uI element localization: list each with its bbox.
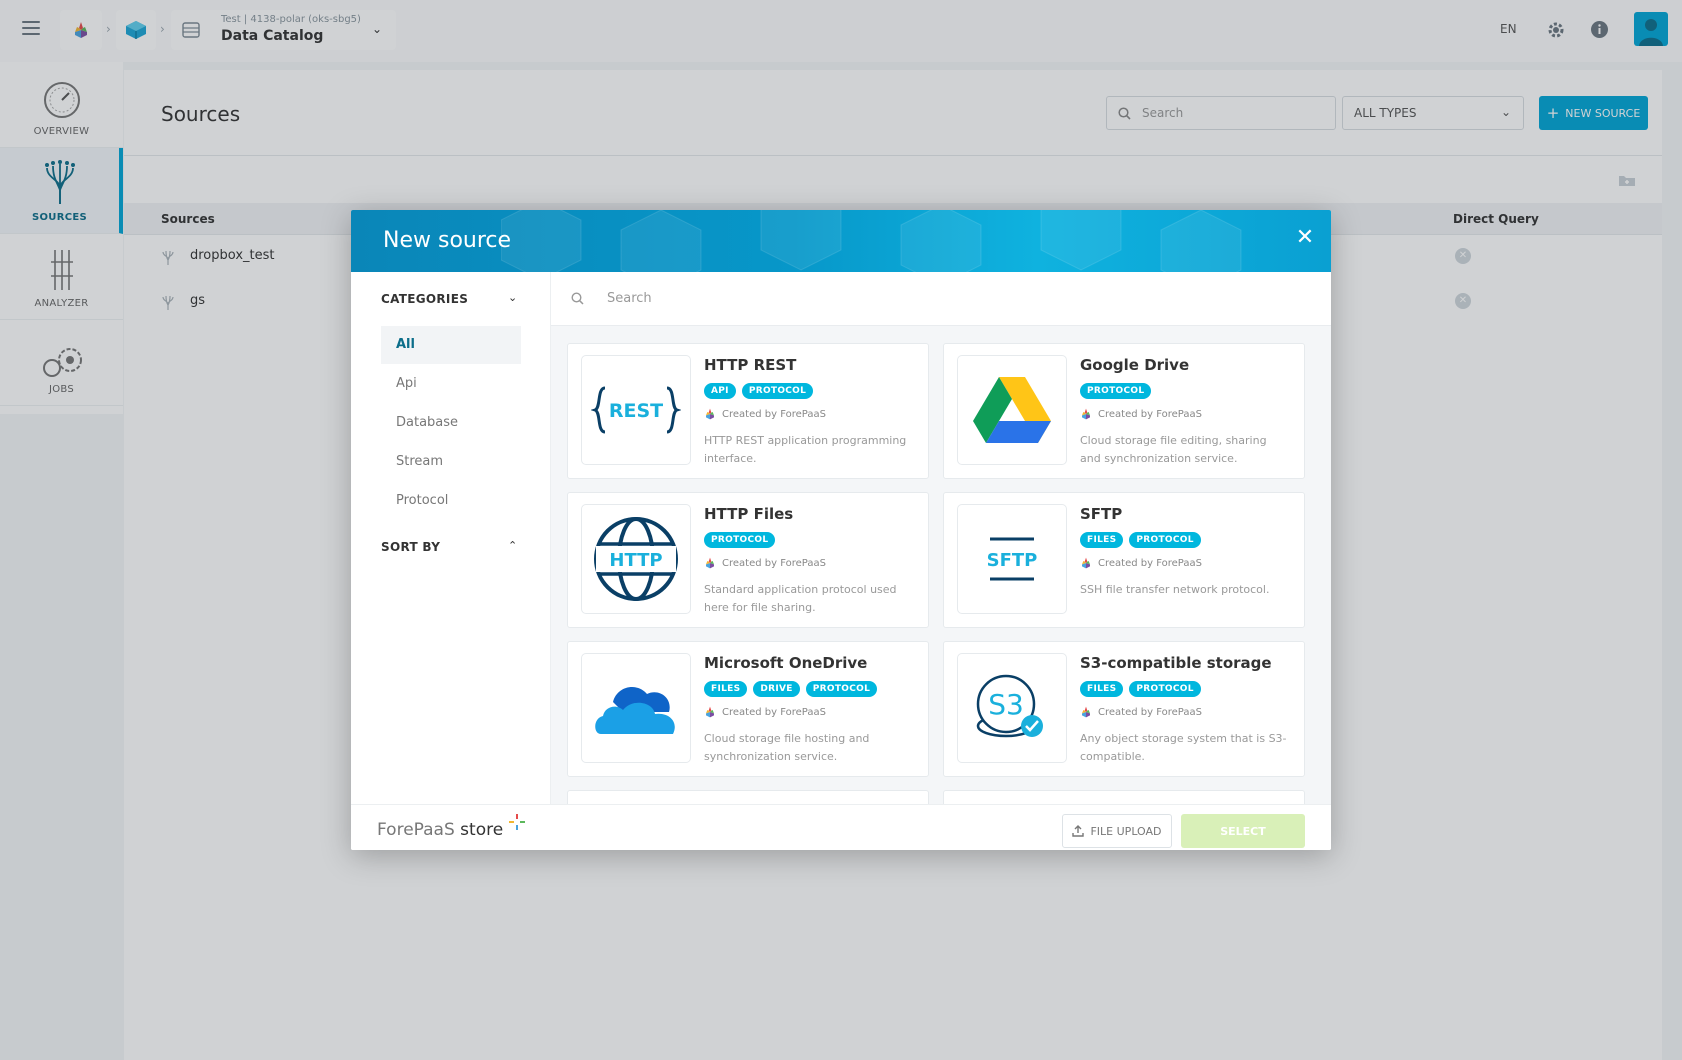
tag: PROTOCOL bbox=[704, 532, 776, 548]
sources-catalog: Search REST HTTP REST API PROTOCOL Creat… bbox=[551, 272, 1331, 810]
card-tags: FILES PROTOCOL bbox=[1080, 681, 1201, 697]
google-drive-logo bbox=[957, 355, 1067, 465]
logo-text: REST bbox=[609, 400, 663, 422]
source-card-http-files[interactable]: HTTP HTTP Files PROTOCOL Created by Fore… bbox=[567, 492, 929, 628]
card-author-text: Created by ForePaaS bbox=[1098, 706, 1202, 718]
card-description: Any object storage system that is S3-com… bbox=[1080, 732, 1287, 763]
card-author-text: Created by ForePaaS bbox=[1098, 557, 1202, 569]
card-tags: PROTOCOL bbox=[704, 532, 776, 548]
categories-heading[interactable]: CATEGORIES bbox=[381, 292, 468, 306]
http-globe-icon: HTTP bbox=[594, 517, 678, 601]
card-tags: PROTOCOL bbox=[1080, 383, 1152, 399]
card-description: Cloud storage file editing, sharing and … bbox=[1080, 434, 1267, 465]
logo-text: S3 bbox=[988, 688, 1024, 721]
forepaas-logo-icon bbox=[706, 408, 714, 420]
source-card-s3[interactable]: S3 S3-compatible storage FILES PROTOCOL … bbox=[943, 641, 1305, 777]
sftp-logo: SFTP bbox=[957, 504, 1067, 614]
sftp-icon: SFTP bbox=[987, 537, 1038, 581]
forepaas-logo-icon bbox=[706, 706, 714, 718]
card-description: Cloud storage file hosting and synchroni… bbox=[704, 732, 870, 763]
tag: FILES bbox=[1080, 681, 1124, 697]
card-author-text: Created by ForePaaS bbox=[722, 557, 826, 569]
rest-logo: REST bbox=[581, 355, 691, 465]
forepaas-logo-icon bbox=[1082, 706, 1090, 718]
modal-footer: ForePaaS store FILE UPLOAD SELECT bbox=[351, 804, 1331, 850]
forepaas-logo-icon bbox=[1082, 557, 1090, 569]
card-description: Standard application protocol used here … bbox=[704, 583, 897, 614]
tag: DRIVE bbox=[753, 681, 800, 697]
card-tags: API PROTOCOL bbox=[704, 383, 814, 399]
brand-name: ForePaaS bbox=[377, 820, 455, 840]
header-pattern bbox=[501, 210, 1242, 272]
onedrive-logo bbox=[581, 653, 691, 763]
forepaas-logo-icon bbox=[1082, 408, 1090, 420]
tag: FILES bbox=[704, 681, 748, 697]
chevron-up-icon[interactable]: ⌃ bbox=[508, 539, 517, 552]
google-drive-icon bbox=[973, 377, 1051, 443]
catalog-search-input[interactable]: Search bbox=[551, 272, 1331, 326]
card-title: S3-compatible storage bbox=[1080, 654, 1272, 672]
card-tags: FILES PROTOCOL bbox=[1080, 532, 1201, 548]
tag: FILES bbox=[1080, 532, 1124, 548]
catalog-search-placeholder: Search bbox=[607, 291, 652, 306]
category-stream[interactable]: Stream bbox=[381, 443, 521, 481]
source-card-onedrive[interactable]: Microsoft OneDrive FILES DRIVE PROTOCOL … bbox=[567, 641, 929, 777]
card-author: Created by ForePaaS bbox=[1080, 706, 1202, 718]
card-author: Created by ForePaaS bbox=[704, 557, 826, 569]
source-card-sftp[interactable]: SFTP SFTP FILES PROTOCOL Created by Fore… bbox=[943, 492, 1305, 628]
card-title: SFTP bbox=[1080, 505, 1123, 523]
card-title: HTTP Files bbox=[704, 505, 794, 523]
tag: PROTOCOL bbox=[805, 681, 878, 697]
close-icon[interactable]: ✕ bbox=[1291, 224, 1319, 252]
card-title: Google Drive bbox=[1080, 356, 1190, 374]
card-author: Created by ForePaaS bbox=[704, 408, 826, 420]
http-logo: HTTP bbox=[581, 504, 691, 614]
category-api[interactable]: Api bbox=[381, 365, 521, 403]
onedrive-cloud-icon bbox=[595, 687, 675, 734]
s3-logo: S3 bbox=[957, 653, 1067, 763]
source-card-http-rest[interactable]: REST HTTP REST API PROTOCOL Created by F… bbox=[567, 343, 929, 479]
tag: PROTOCOL bbox=[1080, 383, 1152, 399]
modal-header: New source ✕ bbox=[351, 210, 1331, 272]
forepaas-store-logo: ForePaaS store bbox=[377, 814, 525, 840]
card-author: Created by ForePaaS bbox=[704, 706, 826, 718]
card-description: SSH file transfer network protocol. bbox=[1080, 583, 1270, 596]
file-upload-button[interactable]: FILE UPLOAD bbox=[1062, 814, 1172, 848]
logo-text: HTTP bbox=[609, 550, 662, 571]
category-all[interactable]: All bbox=[381, 326, 521, 364]
forepaas-logo-icon bbox=[706, 557, 714, 569]
new-source-modal: New source ✕ CATEGORIES ⌄ All Api Databa… bbox=[351, 210, 1331, 850]
brand-store: store bbox=[460, 820, 504, 840]
tag: PROTOCOL bbox=[1129, 532, 1201, 548]
tag: API bbox=[704, 383, 736, 399]
logo-text: SFTP bbox=[987, 550, 1038, 571]
card-description: HTTP REST application programming interf… bbox=[704, 434, 907, 465]
category-database[interactable]: Database bbox=[381, 404, 521, 442]
card-author-text: Created by ForePaaS bbox=[1098, 408, 1202, 420]
modal-title: New source bbox=[383, 228, 512, 253]
upload-icon bbox=[1072, 825, 1085, 837]
card-author: Created by ForePaaS bbox=[1080, 557, 1202, 569]
file-upload-label: FILE UPLOAD bbox=[1090, 824, 1162, 838]
sparkle-icon bbox=[509, 814, 525, 830]
card-author: Created by ForePaaS bbox=[1080, 408, 1202, 420]
sort-by-heading[interactable]: SORT BY bbox=[381, 540, 440, 554]
select-button[interactable]: SELECT bbox=[1181, 814, 1305, 848]
categories-panel: CATEGORIES ⌄ All Api Database Stream Pro… bbox=[351, 272, 551, 804]
rest-braces-icon: REST bbox=[591, 386, 681, 434]
s3-storage-icon: S3 bbox=[976, 674, 1043, 738]
tag: PROTOCOL bbox=[1129, 681, 1201, 697]
card-author-text: Created by ForePaaS bbox=[722, 408, 826, 420]
card-title: Microsoft OneDrive bbox=[704, 654, 868, 672]
source-card-google-drive[interactable]: Google Drive PROTOCOL Created by ForePaa… bbox=[943, 343, 1305, 479]
search-icon bbox=[571, 292, 584, 305]
card-title: HTTP REST bbox=[704, 356, 797, 374]
card-author-text: Created by ForePaaS bbox=[722, 706, 826, 718]
tag: PROTOCOL bbox=[741, 383, 814, 399]
card-tags: FILES DRIVE PROTOCOL bbox=[704, 681, 878, 697]
category-protocol[interactable]: Protocol bbox=[381, 482, 521, 520]
chevron-down-icon[interactable]: ⌄ bbox=[508, 291, 517, 304]
